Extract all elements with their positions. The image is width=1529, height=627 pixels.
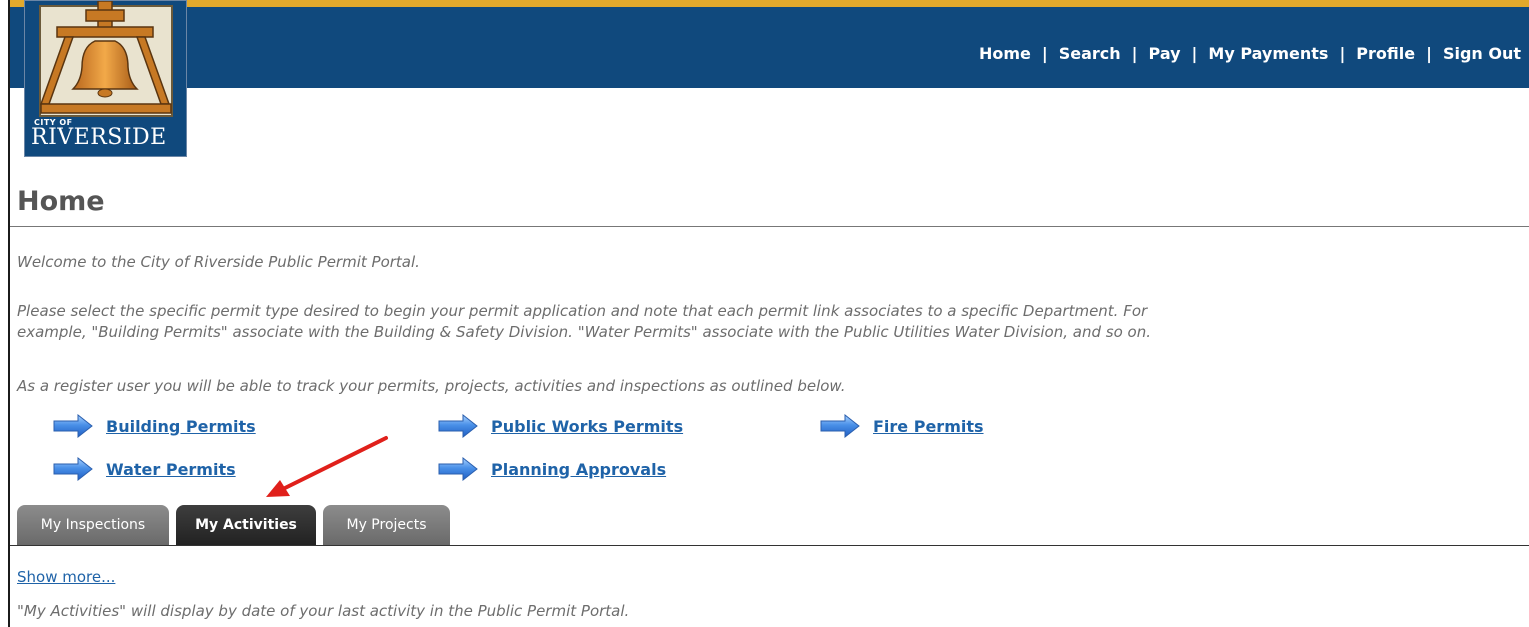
show-more-link[interactable]: Show more... <box>17 568 115 586</box>
tab-my-projects[interactable]: My Projects <box>323 505 450 545</box>
page-title: Home <box>17 186 105 217</box>
instructions-line-2: example, "Building Permits" associate wi… <box>17 323 1151 341</box>
permit-link-fire[interactable]: Fire Permits <box>820 414 984 438</box>
left-border-rule <box>8 0 10 627</box>
tab-label: My Activities <box>195 517 297 533</box>
permit-link-public-works[interactable]: Public Works Permits <box>438 414 683 438</box>
permit-link-planning[interactable]: Planning Approvals <box>438 457 666 481</box>
nav-sign-out-link[interactable]: Sign Out <box>1443 44 1521 63</box>
public-works-permits-link[interactable]: Public Works Permits <box>491 417 683 436</box>
nav-separator: | <box>1339 44 1346 63</box>
tab-description-text: "My Activities" will display by date of … <box>17 602 630 620</box>
planning-approvals-link[interactable]: Planning Approvals <box>491 460 666 479</box>
water-permits-link[interactable]: Water Permits <box>106 460 236 479</box>
blue-arrow-icon <box>53 414 93 438</box>
blue-arrow-icon <box>53 457 93 481</box>
nav-my-payments-link[interactable]: My Payments <box>1208 44 1328 63</box>
instructions-line-1: Please select the specific permit type d… <box>17 302 1148 320</box>
nav-search-link[interactable]: Search <box>1059 44 1121 63</box>
nav-separator: | <box>1426 44 1432 63</box>
tab-label: My Projects <box>346 517 427 533</box>
city-logo[interactable]: CITY OF RIVERSIDE <box>24 0 187 157</box>
tab-my-activities[interactable]: My Activities <box>176 505 316 545</box>
permit-link-water[interactable]: Water Permits <box>53 457 236 481</box>
instructions-text: Please select the specific permit type d… <box>17 301 1151 343</box>
welcome-text: Welcome to the City of Riverside Public … <box>17 253 420 271</box>
title-divider <box>10 226 1529 227</box>
top-navigation: Home | Search | Pay | My Payments | Prof… <box>979 44 1521 63</box>
blue-arrow-icon <box>820 414 860 438</box>
nav-pay-link[interactable]: Pay <box>1149 44 1181 63</box>
header-gold-stripe <box>10 0 1529 7</box>
tab-divider <box>10 545 1529 546</box>
tracking-info-text: As a register user you will be able to t… <box>17 377 846 395</box>
blue-arrow-icon <box>438 457 478 481</box>
permit-link-building[interactable]: Building Permits <box>53 414 256 438</box>
logo-riverside-wordmark: RIVERSIDE <box>31 125 167 150</box>
building-permits-link[interactable]: Building Permits <box>106 417 256 436</box>
nav-separator: | <box>1131 44 1138 63</box>
tab-my-inspections[interactable]: My Inspections <box>17 505 169 545</box>
nav-separator: | <box>1041 44 1048 63</box>
blue-arrow-icon <box>438 414 478 438</box>
nav-home-link[interactable]: Home <box>979 44 1031 63</box>
bell-icon <box>39 1 173 117</box>
nav-separator: | <box>1191 44 1198 63</box>
nav-profile-link[interactable]: Profile <box>1356 44 1415 63</box>
tab-label: My Inspections <box>40 517 146 533</box>
fire-permits-link[interactable]: Fire Permits <box>873 417 984 436</box>
